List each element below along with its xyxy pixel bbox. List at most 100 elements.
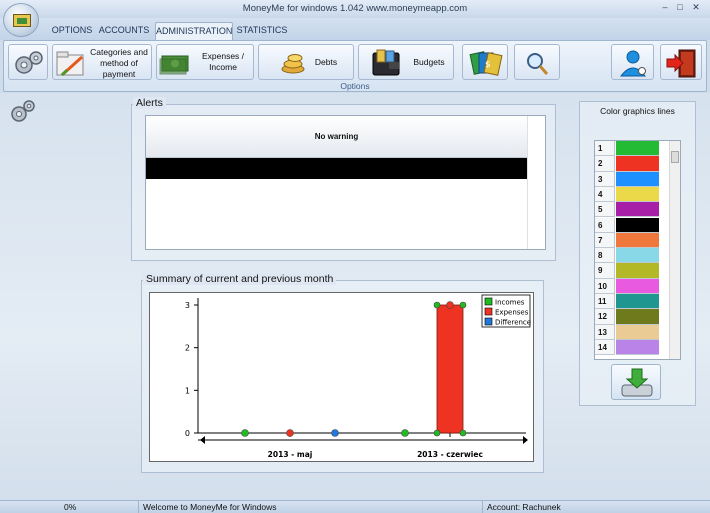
color-line-row[interactable]: 9 [595, 263, 671, 279]
color-line-row[interactable]: 1 [595, 141, 671, 157]
color-line-row[interactable]: 8 [595, 248, 671, 264]
expenses-income-button[interactable]: Expenses / Income [156, 44, 254, 80]
color-line-number: 4 [595, 186, 615, 203]
color-swatch[interactable] [616, 232, 659, 249]
budgets-button[interactable]: Budgets [358, 44, 454, 80]
point [331, 429, 339, 437]
color-line-number: 12 [595, 309, 615, 325]
budgets-label: Budgets [413, 57, 445, 67]
color-swatch[interactable] [616, 248, 659, 264]
color-line-row[interactable]: 14 [595, 339, 671, 356]
scroll-right-arrow [523, 436, 528, 444]
color-lines-panel: Color graphics lines 1 2 3 4 5 6 7 8 9 10 11 12 13 14 [579, 101, 696, 406]
color-swatch[interactable] [616, 294, 659, 310]
point [401, 429, 409, 437]
color-swatch[interactable] [616, 141, 659, 157]
legend-swatch [484, 317, 493, 326]
app-logo-icon [13, 14, 31, 27]
color-swatch[interactable] [616, 324, 659, 340]
color-line-row[interactable]: 13 [595, 324, 671, 340]
color-swatch[interactable] [616, 263, 659, 279]
color-swatch[interactable] [616, 309, 659, 325]
color-swatch[interactable] [616, 339, 659, 356]
legend-swatch [484, 307, 493, 316]
currency-button[interactable]: $ [462, 44, 508, 80]
maximize-button[interactable]: □ [673, 2, 687, 12]
download-drive-icon [621, 368, 653, 397]
point [286, 429, 294, 437]
legend-label: Difference [495, 319, 531, 327]
color-line-number: 2 [595, 156, 615, 172]
debts-button[interactable]: Debts [258, 44, 354, 80]
color-lines-title: Color graphics lines [600, 106, 675, 116]
color-swatch[interactable] [616, 156, 659, 172]
color-line-row[interactable]: 12 [595, 309, 671, 325]
close-button[interactable]: ✕ [689, 2, 703, 13]
point [433, 429, 441, 437]
app-menu-button[interactable] [3, 3, 39, 37]
color-line-number: 11 [595, 294, 615, 310]
color-line-row[interactable]: 4 [595, 186, 671, 203]
scroll-thumb[interactable] [671, 151, 679, 163]
account-label: Account: Rachunek [487, 502, 561, 512]
user-button[interactable] [611, 44, 654, 80]
debts-label: Debts [314, 57, 338, 67]
tab-options[interactable]: OPTIONS [50, 22, 94, 40]
color-line-row[interactable]: 11 [595, 294, 671, 310]
gears-icon [15, 51, 43, 74]
minimize-button[interactable]: – [658, 2, 672, 12]
color-line-row[interactable]: 6 [595, 217, 671, 233]
x-tick-label: 2013 - maj [268, 450, 313, 459]
coins-hand-icon [281, 54, 305, 74]
scroll-left-arrow [200, 436, 205, 444]
x-tick-label: 2013 - czerwiec [417, 450, 483, 459]
settings-button[interactable] [8, 44, 48, 80]
summary-title: Summary of current and previous month [143, 273, 337, 285]
legend-label: Expenses [495, 309, 529, 317]
alerts-row [146, 158, 527, 179]
color-line-row[interactable]: 5 [595, 202, 671, 218]
point [446, 301, 454, 309]
color-line-number: 6 [595, 217, 615, 233]
color-line-row[interactable]: 7 [595, 232, 671, 249]
alerts-scrollbar[interactable] [527, 116, 545, 249]
color-list-scrollbar[interactable] [669, 141, 680, 359]
color-line-number: 1 [595, 141, 615, 157]
folder-pen-icon [56, 51, 84, 77]
color-swatch[interactable] [616, 186, 659, 203]
color-line-row[interactable]: 10 [595, 278, 671, 294]
color-lines-list[interactable]: 1 2 3 4 5 6 7 8 9 10 11 12 13 14 [594, 140, 681, 360]
color-swatch[interactable] [616, 202, 659, 218]
color-swatch[interactable] [616, 278, 659, 294]
color-line-row[interactable]: 3 [595, 171, 671, 187]
exit-door-icon [666, 49, 696, 78]
svg-text:$: $ [485, 60, 491, 70]
status-divider [482, 501, 483, 513]
search-button[interactable] [514, 44, 560, 80]
tab-administration[interactable]: ADMINISTRATION [155, 22, 233, 40]
banknote-icon [159, 55, 189, 75]
chart-plot: 0 1 2 3 2013 - maj 2013 - czerwiec Incomes Expe… [185, 294, 531, 459]
color-line-number: 10 [595, 278, 615, 294]
window-title: MoneyMe for windows 1.042 www.moneymeapp… [242, 3, 468, 14]
color-line-row[interactable]: 2 [595, 156, 671, 172]
exit-button[interactable] [660, 44, 702, 80]
save-colors-button[interactable] [611, 364, 661, 400]
y-tick-label: 2 [185, 344, 190, 353]
currency-cards-icon: $ [469, 51, 503, 76]
color-swatch[interactable] [616, 217, 659, 233]
categories-button[interactable]: Categories and method of payment [52, 44, 152, 80]
color-swatch[interactable] [616, 171, 659, 187]
y-tick-label: 0 [185, 429, 190, 438]
color-line-number: 14 [595, 339, 615, 356]
legend-swatch [484, 297, 493, 306]
gears-icon [11, 100, 35, 122]
categories-label: Categories and method of payment [90, 47, 148, 79]
tab-statistics[interactable]: STATISTICS [236, 22, 288, 40]
tab-accounts[interactable]: ACCOUNTS [98, 22, 150, 40]
point [433, 301, 441, 309]
y-tick-label: 1 [185, 386, 190, 395]
wallet-icon [372, 49, 400, 76]
alerts-list: No warning [145, 115, 546, 250]
alerts-title: Alerts [133, 97, 166, 109]
